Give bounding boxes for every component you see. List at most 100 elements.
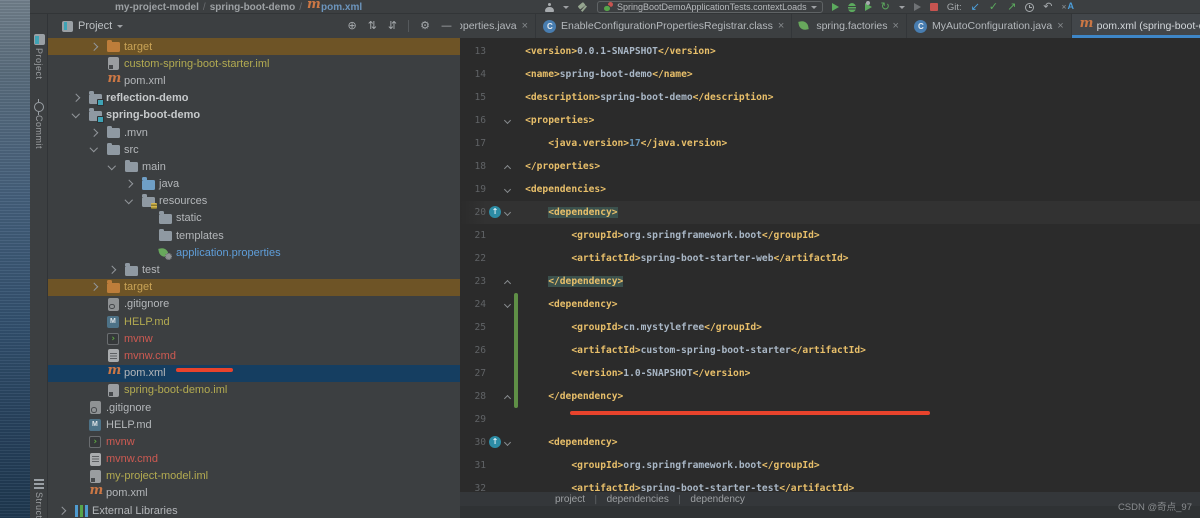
tree-expand-chevron[interactable] [121,181,137,187]
close-icon[interactable]: × [522,21,528,31]
editor-tab-spring.factories[interactable]: spring.factories× [792,14,907,38]
undo-button[interactable]: ↶ [1043,1,1052,13]
tree-expand-chevron[interactable] [104,267,120,273]
code-line-13[interactable]: 13 <version>0.0.1-SNAPSHOT</version> [460,40,1200,63]
editor-tab-pom.xml[interactable]: pom.xml (spring-boot-demo)× [1072,14,1200,38]
code-line-16[interactable]: 16 <properties> [460,109,1200,132]
editor-tab-enableconfigurationpropertiesregistrar.class[interactable]: EnableConfigurationPropertiesRegistrar.c… [536,14,792,38]
tree-item-mvnw[interactable]: mvnw [48,330,460,347]
tree-expand-chevron[interactable] [68,114,84,117]
expand-all-icon[interactable]: ⇅ [368,20,377,32]
git-update-button[interactable]: ↙ [971,1,980,13]
breadcrumb-item[interactable]: my-project-model [115,2,199,13]
translate-icon[interactable]: A [1062,1,1075,13]
tree-expand-chevron[interactable] [86,284,102,290]
code-line-27[interactable]: 27 <version>1.0-SNAPSHOT</version> [460,362,1200,385]
code-line-32[interactable]: 32 <artifactId>spring-boot-starter-test<… [460,477,1200,492]
tree-item-resources[interactable]: resources [48,193,460,210]
tree-item-java[interactable]: java [48,176,460,193]
tree-item-.mvn[interactable]: .mvn [48,124,460,141]
tree-item-target[interactable]: target [48,279,460,296]
hide-icon[interactable]: — [441,20,452,32]
tree-item-templates[interactable]: templates [48,227,460,244]
chevron-down-icon[interactable] [117,25,123,28]
code-line-18[interactable]: 18 </properties> [460,155,1200,178]
tree-item-.gitignore[interactable]: .gitignore [48,399,460,416]
code-line-31[interactable]: 31 <groupId>org.springframework.boot</gr… [460,454,1200,477]
tree-item-target[interactable]: target [48,38,460,55]
tree-item-help.md[interactable]: HELP.md [48,313,460,330]
code-line-25[interactable]: 25 <groupId>cn.mystylefree</groupId> [460,316,1200,339]
tree-item-pom.xml[interactable]: pom.xml [48,72,460,89]
tree-item-src[interactable]: src [48,141,460,158]
sidebar-item-project[interactable]: Project [30,34,48,80]
tree-item-static[interactable]: static [48,210,460,227]
code-line-21[interactable]: 21 <groupId>org.springframework.boot</gr… [460,224,1200,247]
code-line-15[interactable]: 15 <description>spring-boot-demo</descri… [460,86,1200,109]
tree-item-custom-spring-boot-starter.iml[interactable]: custom-spring-boot-starter.iml [48,55,460,72]
sidebar-item-structure[interactable]: Structure [30,479,48,518]
close-icon[interactable]: × [1057,21,1063,31]
code-line-24[interactable]: 24 <dependency> [460,293,1200,316]
git-push-button[interactable]: ↗ [1007,1,1016,13]
history-clock-icon[interactable] [1025,3,1034,12]
dependency-navigate-icon[interactable]: ↑ [489,206,501,218]
close-icon[interactable]: × [893,21,899,31]
tree-item-help.md[interactable]: HELP.md [48,416,460,433]
user-avatar-icon[interactable] [545,3,554,12]
rerun-button[interactable]: ↻ [881,1,890,13]
code-editor[interactable]: 13 <version>0.0.1-SNAPSHOT</version>14 <… [460,38,1200,492]
tree-expand-chevron[interactable] [86,130,102,136]
run-configuration-select[interactable]: SpringBootDemoApplicationTests.contextLo… [597,1,823,13]
breadcrumb-item[interactable]: spring-boot-demo [210,2,296,13]
run-button[interactable] [832,3,839,11]
code-line-19[interactable]: 19 <dependencies> [460,178,1200,201]
git-commit-button[interactable]: ✓ [989,1,998,13]
chevron-down-icon[interactable] [563,6,569,9]
tree-item-pom.xml[interactable]: pom.xml [48,365,460,382]
code-line-14[interactable]: 14 <name>spring-boot-demo</name> [460,63,1200,86]
breadcrumb-current-file[interactable]: pom.xml [306,1,362,13]
tree-item-mvnw.cmd[interactable]: mvnw.cmd [48,347,460,364]
tree-item-application.properties[interactable]: application.properties [48,244,460,261]
breadcrumb-item-project[interactable]: project [555,494,585,505]
tree-item-.gitignore[interactable]: .gitignore [48,296,460,313]
chevron-down-icon[interactable] [899,6,905,9]
tree-item-pom.xml[interactable]: pom.xml [48,485,460,502]
tree-expand-chevron[interactable] [104,166,120,169]
code-line-30[interactable]: 30↑ <dependency> [460,431,1200,454]
tree-item-mvnw.cmd[interactable]: mvnw.cmd [48,451,460,468]
build-hammer-icon[interactable] [578,2,588,12]
chevron-down-icon[interactable] [811,6,817,9]
close-icon[interactable]: × [778,21,784,31]
locate-icon[interactable]: ⊕ [347,20,356,32]
run-with-coverage-button[interactable] [865,3,872,11]
code-line-26[interactable]: 26 <artifactId>custom-spring-boot-starte… [460,339,1200,362]
code-line-22[interactable]: 22 <artifactId>spring-boot-starter-web</… [460,247,1200,270]
code-line-17[interactable]: 17 <java.version>17</java.version> [460,132,1200,155]
code-line-23[interactable]: 23 </dependency> [460,270,1200,293]
collapse-all-icon[interactable]: ⇵ [388,20,397,32]
code-line-20[interactable]: 20↑ <dependency> [460,201,1200,224]
tree-expand-chevron[interactable] [86,148,102,151]
tree-expand-chevron[interactable] [86,44,102,50]
tree-expand-chevron[interactable] [121,200,137,203]
tree-item-spring-boot-demo.iml[interactable]: spring-boot-demo.iml [48,382,460,399]
dependency-navigate-icon[interactable]: ↑ [489,436,501,448]
tree-item-main[interactable]: main [48,158,460,175]
stop-button[interactable] [930,3,938,11]
editor-tab-myautoconfiguration.java[interactable]: MyAutoConfiguration.java× [907,14,1072,38]
code-line-28[interactable]: 28 </dependency> [460,385,1200,408]
tree-item-mvnw[interactable]: mvnw [48,433,460,450]
tree-item-external-libraries[interactable]: External Libraries [48,502,460,518]
tree-item-spring-boot-demo[interactable]: spring-boot-demo [48,107,460,124]
breadcrumb-item-dependency[interactable]: dependency [690,494,745,505]
breadcrumb-item-dependencies[interactable]: dependencies [607,494,669,505]
debug-button[interactable] [848,3,856,12]
tree-item-test[interactable]: test [48,261,460,278]
editor-tab-rsonproperties.java[interactable]: rsonProperties.java× [460,14,536,38]
sidebar-item-commit[interactable]: Commit [30,102,48,149]
tree-expand-chevron[interactable] [68,95,84,101]
tree-expand-chevron[interactable] [54,508,70,514]
settings-icon[interactable]: ⚙ [420,20,430,32]
